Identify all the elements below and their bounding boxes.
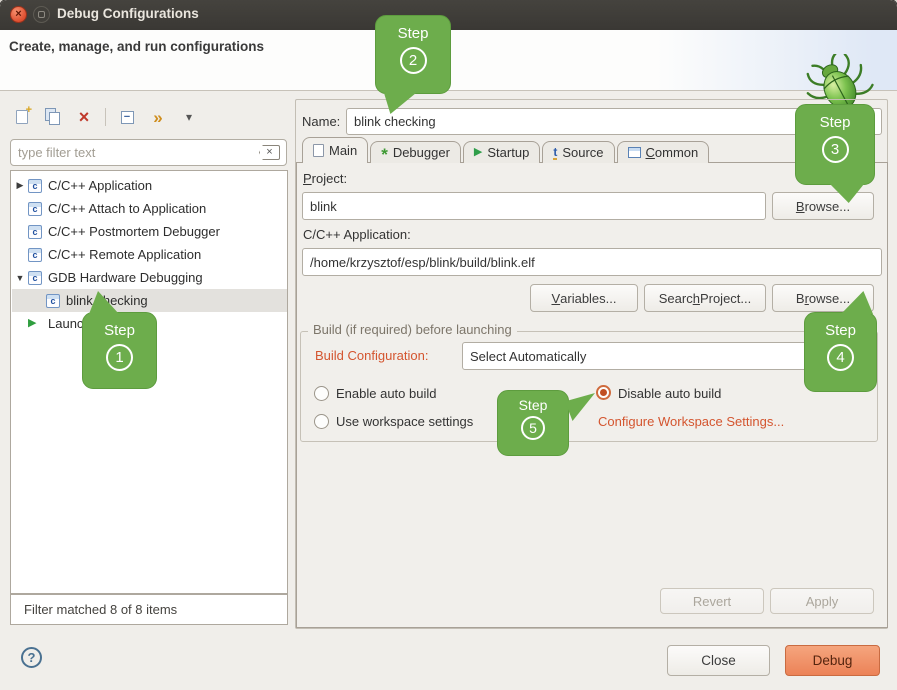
table-icon: [628, 147, 641, 158]
window-title: Debug Configurations: [57, 6, 199, 21]
c-application-icon: c: [28, 248, 42, 262]
step-number: 4: [827, 344, 854, 371]
tab-startup[interactable]: ▶ Startup: [463, 141, 540, 163]
window-maximize-button[interactable]: [33, 6, 50, 23]
use-workspace-settings-label[interactable]: Use workspace settings: [336, 414, 473, 429]
duplicate-configuration-button[interactable]: [43, 107, 63, 127]
tree-item-attach[interactable]: c C/C++ Attach to Application: [12, 197, 287, 220]
radio-disable-auto-build[interactable]: [596, 385, 611, 400]
close-button[interactable]: Close: [667, 645, 770, 676]
debugger-bug-icon: *: [381, 151, 388, 160]
configurations-toolbar: + × − » ▾: [12, 104, 199, 130]
build-configuration-label: Build Configuration:: [315, 348, 428, 363]
filter-field: ×: [10, 139, 287, 166]
name-label: Name:: [302, 114, 340, 129]
step-number: 1: [106, 344, 133, 371]
step-1-balloon: Step 1: [82, 312, 157, 389]
enable-auto-build-label[interactable]: Enable auto build: [336, 386, 436, 401]
window-close-button[interactable]: ×: [10, 6, 27, 23]
collapse-all-icon: −: [121, 111, 134, 124]
build-group-title: Build (if required) before launching: [308, 322, 517, 337]
clear-filter-icon[interactable]: ×: [259, 145, 280, 160]
maximize-icon: [38, 11, 45, 18]
tree-item-remote[interactable]: c C/C++ Remote Application: [12, 243, 287, 266]
page-icon: [313, 144, 324, 157]
toolbar-menu-button[interactable]: ▾: [179, 107, 199, 127]
step-number: 3: [822, 136, 849, 163]
new-configuration-icon: +: [16, 110, 28, 124]
tree-item-gdb-hardware[interactable]: ▼ c GDB Hardware Debugging: [12, 266, 287, 289]
search-project-button[interactable]: Search Project...: [644, 284, 766, 312]
tree-item-blink-checking[interactable]: c blink checking: [12, 289, 287, 312]
project-label: Project:: [303, 171, 347, 186]
tree-item-capp[interactable]: ▶ c C/C++ Application: [12, 174, 287, 197]
project-input[interactable]: [302, 192, 766, 220]
filter-launch-configurations-button[interactable]: »: [148, 107, 168, 127]
header-title: Create, manage, and run configurations: [9, 39, 264, 54]
application-input[interactable]: [302, 248, 882, 276]
toolbar-separator: [105, 108, 106, 126]
tab-debugger[interactable]: * Debugger: [370, 141, 461, 163]
step-4-balloon: Step 4: [804, 312, 877, 392]
apply-button[interactable]: Apply: [770, 588, 874, 614]
help-button[interactable]: ?: [21, 647, 42, 668]
tab-common[interactable]: Common: [617, 141, 710, 163]
delete-configuration-button[interactable]: ×: [74, 107, 94, 127]
expanded-arrow-icon[interactable]: ▼: [12, 273, 28, 283]
debug-button[interactable]: Debug: [785, 645, 880, 676]
step-2-balloon: Step 2: [375, 15, 451, 94]
step-5-balloon: Step 5: [497, 390, 569, 456]
filter-icon: »: [153, 109, 162, 126]
play-icon: ▶: [474, 147, 482, 158]
c-application-icon: c: [46, 294, 60, 308]
debug-configurations-dialog: × Debug Configurations Create, manage, a…: [0, 0, 897, 690]
radio-use-workspace-settings[interactable]: [314, 414, 329, 429]
step-number: 2: [400, 47, 427, 74]
revert-button[interactable]: Revert: [660, 588, 764, 614]
step-3-balloon: Step 3: [795, 104, 875, 185]
tab-bar: Main * Debugger ▶ Startup t Source Commo…: [302, 137, 711, 163]
c-application-icon: c: [28, 225, 42, 239]
source-icon: t: [553, 146, 557, 160]
c-application-icon: c: [28, 271, 42, 285]
launch-group-icon: ▶: [28, 318, 42, 329]
tab-main[interactable]: Main: [302, 137, 368, 163]
filter-input[interactable]: [18, 142, 253, 163]
radio-enable-auto-build[interactable]: [314, 386, 329, 401]
tab-source[interactable]: t Source: [542, 141, 614, 163]
variables-button[interactable]: Variables...: [530, 284, 638, 312]
tree-item-postmortem[interactable]: c C/C++ Postmortem Debugger: [12, 220, 287, 243]
new-configuration-button[interactable]: +: [12, 107, 32, 127]
browse-project-button[interactable]: Browse...: [772, 192, 874, 220]
collapsed-arrow-icon[interactable]: ▶: [12, 180, 28, 191]
delete-icon: ×: [79, 108, 90, 126]
collapse-all-button[interactable]: −: [117, 107, 137, 127]
filter-status: Filter matched 8 of 8 items: [10, 594, 288, 625]
c-application-icon: c: [28, 179, 42, 193]
c-application-icon: c: [28, 202, 42, 216]
chevron-down-icon: ▾: [186, 110, 192, 124]
application-label: C/C++ Application:: [303, 227, 411, 242]
disable-auto-build-label[interactable]: Disable auto build: [618, 386, 721, 401]
configure-workspace-settings-link[interactable]: Configure Workspace Settings...: [598, 414, 784, 429]
step-number: 5: [521, 416, 545, 440]
